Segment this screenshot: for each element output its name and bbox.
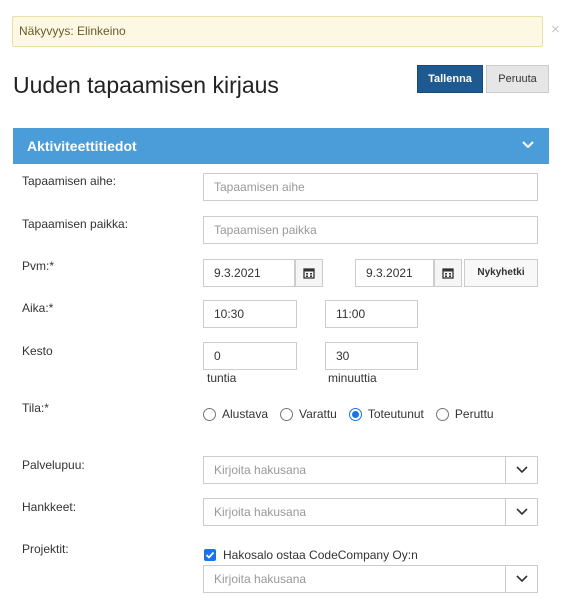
chevron-down-icon[interactable]: [521, 138, 535, 152]
place-label: Tapaamisen paikka:: [22, 217, 129, 231]
duration-label: Kesto: [22, 344, 53, 358]
radio-label-peruttu: Peruttu: [454, 407, 494, 421]
chevron-down-icon[interactable]: [505, 457, 537, 483]
date-label: Pvm:*: [22, 259, 55, 273]
duration-minutes-input[interactable]: 30: [325, 342, 418, 370]
section-title: Aktiviteettitiedot: [27, 138, 137, 154]
end-date-input[interactable]: 9.3.2021: [355, 259, 434, 287]
cancel-button[interactable]: Peruuta: [486, 65, 549, 93]
calendar-icon[interactable]: [295, 259, 323, 287]
service-tree-select[interactable]: Kirjoita hakusana: [203, 456, 538, 484]
hours-unit-label: tuntia: [207, 371, 237, 385]
close-icon[interactable]: ×: [551, 21, 560, 39]
radio-label-varattu: Varattu: [299, 407, 337, 421]
chevron-down-icon[interactable]: [505, 499, 537, 525]
place-input[interactable]: Tapaamisen paikka: [203, 216, 538, 244]
service-tree-placeholder: Kirjoita hakusana: [214, 463, 307, 477]
status-radio-peruttu[interactable]: [435, 407, 449, 421]
status-radio-varattu[interactable]: [280, 407, 294, 421]
status-radio-alustava[interactable]: [203, 407, 216, 421]
visibility-notice: Näkyvyys: Elinkeino: [12, 16, 543, 47]
project-checkbox-label: Hakosalo ostaa CodeCompany Oy:n: [223, 548, 418, 562]
hankkeet-placeholder: Kirjoita hakusana: [214, 505, 307, 519]
status-radio-toteutunut[interactable]: [348, 407, 362, 421]
save-button[interactable]: Tallenna: [417, 65, 483, 93]
radio-label-alustava: Alustava: [222, 407, 269, 421]
minutes-unit-label: minuuttia: [328, 371, 377, 385]
page-title: Uuden tapaamisen kirjaus: [13, 72, 279, 98]
start-time-input[interactable]: 10:30: [203, 300, 297, 328]
end-time-input[interactable]: 11:00: [325, 300, 418, 328]
projektit-placeholder: Kirjoita hakusana: [214, 572, 307, 586]
start-date-input[interactable]: 9.3.2021: [203, 259, 295, 287]
projektit-label: Projektit:: [22, 542, 69, 556]
visibility-notice-text: Näkyvyys: Elinkeino: [19, 24, 126, 38]
radio-label-toteutunut: Toteutunut: [367, 407, 424, 421]
now-button[interactable]: Nykyhetki: [464, 259, 538, 287]
duration-hours-input[interactable]: 0: [203, 342, 297, 370]
hankkeet-select[interactable]: Kirjoita hakusana: [203, 498, 538, 526]
chevron-down-icon[interactable]: [505, 566, 537, 592]
service-tree-label: Palvelupuu:: [22, 458, 85, 472]
time-label: Aika:*: [22, 301, 54, 315]
project-checkbox[interactable]: [204, 549, 216, 561]
hankkeet-label: Hankkeet:: [22, 500, 77, 514]
subject-label: Tapaamisen aihe:: [22, 174, 117, 188]
calendar-icon[interactable]: [434, 259, 462, 287]
subject-input[interactable]: Tapaamisen aihe: [203, 173, 538, 201]
status-radio-group: Alustava Varattu Toteutunut Peruttu: [203, 407, 506, 421]
activity-section-header[interactable]: Aktiviteettitiedot: [13, 128, 549, 164]
status-label: Tila:*: [22, 401, 49, 415]
projektit-select[interactable]: Kirjoita hakusana: [203, 565, 538, 593]
